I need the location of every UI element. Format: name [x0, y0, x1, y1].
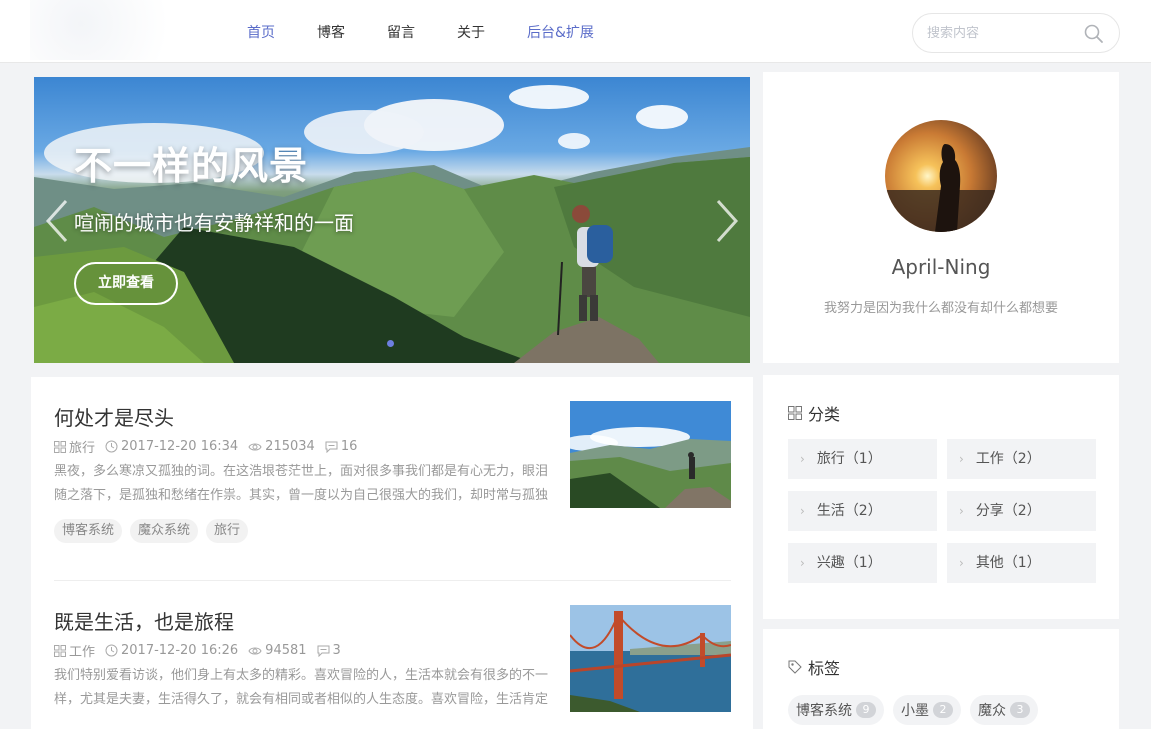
chevron-right-icon: ›	[959, 556, 964, 570]
article-excerpt: 我们特别爱看访谈，他们身上有太多的精彩。喜欢冒险的人，生活本就会有很多的不一样，…	[54, 668, 549, 707]
category-card: 分类 › 旅行（1） › 工作（2） › 生活（2） › 分享（2） › 兴趣（1） › 其…	[763, 375, 1119, 619]
article-meta: 旅行 2017-12-20 16:34 215034 16	[54, 437, 367, 456]
category-heading: 分类	[788, 401, 840, 425]
comment-icon	[325, 441, 338, 453]
chevron-right-icon: ›	[800, 556, 805, 570]
tag-count-badge: 3	[1010, 702, 1030, 718]
article-thumbnail[interactable]	[570, 401, 731, 508]
article-category[interactable]: 工作	[54, 641, 95, 660]
banner-carousel[interactable]: 不一样的风景 喧闹的城市也有安静祥和的一面 立即查看	[34, 77, 750, 363]
avatar[interactable]	[885, 120, 997, 232]
profile-card: April-Ning 我努力是因为我什么都没有却什么都想要	[763, 72, 1119, 363]
comment-icon	[317, 645, 330, 657]
category-item-life[interactable]: › 生活（2）	[788, 491, 937, 531]
clock-icon	[105, 440, 118, 453]
article-date: 2017-12-20 16:34	[105, 439, 238, 454]
article-date: 2017-12-20 16:26	[105, 643, 238, 658]
tag-pill[interactable]: 博客系统	[54, 519, 123, 543]
tag-card: 标签 博客系统 9 小墨 2 魔众 3	[763, 629, 1119, 729]
banner-title: 不一样的风景	[74, 144, 309, 188]
article-views: 94581	[248, 643, 307, 658]
grid-icon	[788, 406, 802, 420]
tag-icon	[788, 660, 802, 674]
nav-item-blog[interactable]: 博客	[313, 22, 349, 42]
tag-item[interactable]: 博客系统 9	[788, 695, 884, 725]
clock-icon	[105, 644, 118, 657]
grid-icon	[54, 644, 66, 657]
category-item-work[interactable]: › 工作（2）	[947, 439, 1096, 479]
carousel-next-icon[interactable]	[712, 197, 742, 245]
category-item-share[interactable]: › 分享（2）	[947, 491, 1096, 531]
search-input[interactable]	[927, 23, 1077, 43]
carousel-prev-icon[interactable]	[42, 197, 72, 245]
category-item-other[interactable]: › 其他（1）	[947, 543, 1096, 583]
article-thumbnail[interactable]	[570, 605, 731, 712]
tag-item[interactable]: 魔众 3	[970, 695, 1038, 725]
tag-item[interactable]: 小墨 2	[893, 695, 961, 725]
chevron-right-icon: ›	[800, 452, 805, 466]
article-category[interactable]: 旅行	[54, 437, 95, 456]
category-item-interest[interactable]: › 兴趣（1）	[788, 543, 937, 583]
article-meta: 工作 2017-12-20 16:26 94581 3	[54, 641, 351, 660]
article-comments: 3	[317, 643, 341, 658]
article-excerpt: 黑夜，多么寒凉又孤独的词。在这浩垠苍茫世上，面对很多事我们都是有心无力，眼泪随之…	[54, 464, 549, 503]
tag-count-badge: 9	[856, 702, 876, 718]
tag-cloud: 博客系统 9 小墨 2 魔众 3	[788, 695, 1047, 725]
article-views: 215034	[248, 439, 315, 454]
main-nav: 首页 博客 留言 关于 后台&扩展	[243, 0, 632, 63]
profile-motto: 我努力是因为我什么都没有却什么都想要	[823, 301, 1058, 316]
chevron-right-icon: ›	[959, 504, 964, 518]
banner-subtitle: 喧闹的城市也有安静祥和的一面	[74, 211, 354, 235]
profile-name: April-Ning	[891, 255, 991, 279]
nav-item-home[interactable]: 首页	[243, 22, 279, 42]
article-list: 何处才是尽头 旅行 2017-12-20 16:34 215034 16 黑夜，…	[31, 377, 753, 729]
tag-count-badge: 2	[933, 702, 953, 718]
carousel-indicator-dot[interactable]	[387, 340, 394, 347]
view-now-button[interactable]: 立即查看	[74, 262, 178, 305]
tag-pill[interactable]: 旅行	[206, 519, 249, 543]
category-item-travel[interactable]: › 旅行（1）	[788, 439, 937, 479]
tag-pill[interactable]: 魔众系统	[130, 519, 199, 543]
eye-icon	[248, 647, 262, 654]
nav-item-admin[interactable]: 后台&扩展	[523, 22, 598, 42]
site-logo[interactable]	[30, 0, 200, 60]
search-box	[912, 13, 1120, 53]
search-icon[interactable]	[1083, 23, 1105, 45]
nav-item-message[interactable]: 留言	[383, 22, 419, 42]
divider	[54, 580, 731, 581]
list-item: 既是生活，也是旅程 工作 2017-12-20 16:26 94581 3 我们…	[54, 605, 731, 712]
nav-item-about[interactable]: 关于	[453, 22, 489, 42]
list-item: 何处才是尽头 旅行 2017-12-20 16:34 215034 16 黑夜，…	[54, 401, 731, 543]
grid-icon	[54, 440, 66, 453]
site-header: 首页 博客 留言 关于 后台&扩展	[0, 0, 1151, 63]
tag-heading: 标签	[788, 655, 840, 679]
chevron-right-icon: ›	[959, 452, 964, 466]
article-comments: 16	[325, 439, 357, 454]
article-tags: 博客系统 魔众系统 旅行	[54, 519, 256, 543]
chevron-right-icon: ›	[800, 504, 805, 518]
eye-icon	[248, 443, 262, 450]
